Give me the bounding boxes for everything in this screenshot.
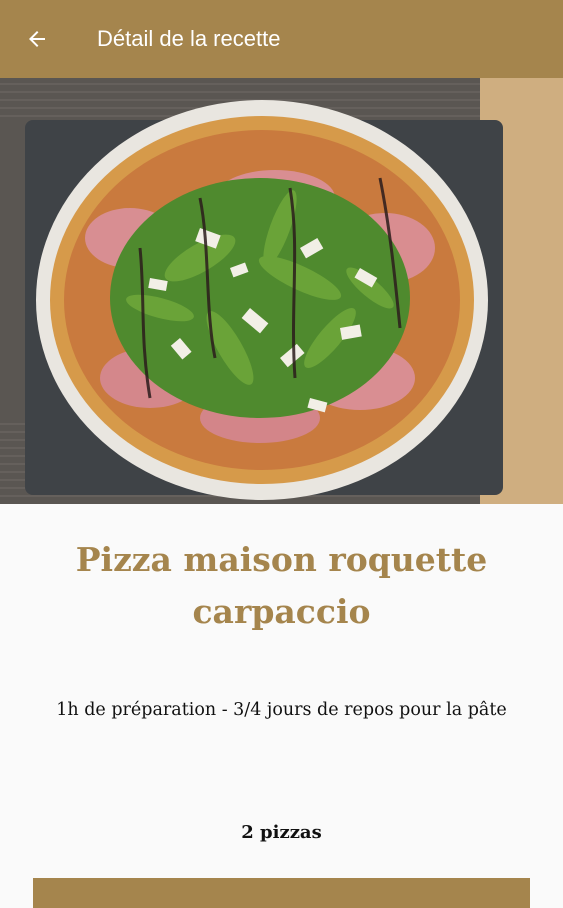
recipe-title: Pizza maison roquette carpaccio	[75, 540, 488, 631]
recipe-photo	[0, 78, 563, 504]
section-header-bar	[33, 878, 530, 908]
preparation-time: 1h de préparation - 3/4 jours de repos p…	[56, 700, 507, 720]
app-bar: Détail de la recette	[0, 0, 563, 78]
servings: 2 pizzas	[241, 822, 322, 843]
arrow-left-icon	[29, 31, 45, 47]
recipe-content: Pizza maison roquette carpaccio 1h de pr…	[0, 504, 563, 908]
back-button[interactable]	[24, 26, 50, 52]
page-title: Détail de la recette	[97, 26, 281, 51]
